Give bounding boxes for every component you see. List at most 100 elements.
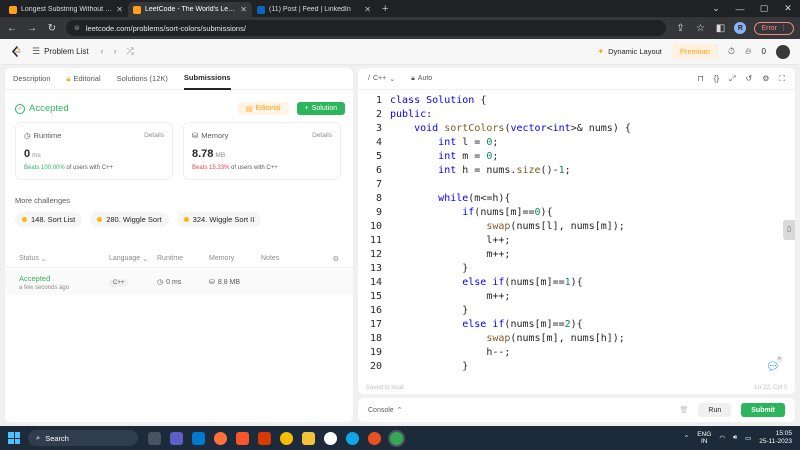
code-line[interactable]: 19 h--; [358, 345, 795, 359]
code-line[interactable]: 3 void sortColors(vector<int>& nums) { [358, 121, 795, 135]
chrome-icon[interactable] [280, 431, 293, 445]
profile-avatar[interactable]: R [734, 22, 747, 34]
close-tab-icon[interactable]: ✕ [116, 5, 123, 14]
code-line[interactable]: 1 class Solution { [358, 93, 795, 107]
bookmark-icon[interactable]: ⊓ [698, 74, 704, 84]
auto-mode[interactable]: 🔒︎ Auto [411, 75, 432, 83]
row-status[interactable]: Accepted [19, 274, 109, 283]
tab-solutions[interactable]: Solutions (12K) [117, 68, 168, 90]
tab-editorial[interactable]: 🔒︎ Editorial [67, 68, 101, 90]
browser-tab-0[interactable]: Longest Substring Without Repe ✕ [4, 2, 128, 17]
col-status[interactable]: Status ⌄ [19, 255, 109, 263]
code-line[interactable]: 12 m++; [358, 247, 795, 261]
minimize-icon[interactable]: — [728, 4, 752, 14]
office-icon[interactable] [258, 431, 271, 445]
taskbar-search[interactable]: ⌕ Search [28, 430, 138, 446]
next-problem-icon[interactable]: › [114, 46, 117, 57]
browser-tab-1[interactable]: LeetCode - The World's Leading ✕ [128, 2, 252, 17]
bookmark-star-icon[interactable]: ☆ [694, 23, 706, 34]
task-view-icon[interactable] [148, 431, 161, 445]
input-language[interactable]: ENG IN [697, 431, 711, 445]
windows-start-icon[interactable] [8, 432, 20, 444]
user-avatar[interactable] [776, 44, 790, 59]
dynamic-layout-button[interactable]: ✦ Dynamic Layout [597, 47, 661, 56]
leetcode-logo-icon[interactable] [10, 45, 22, 58]
code-line[interactable]: 16 } [358, 303, 795, 317]
table-row[interactable]: Accepted a few seconds ago C++ ◷ 0 ms ⛁ 8.… [5, 269, 353, 295]
runtime-card[interactable]: ◷ Runtime Details 0 ms Beats 100.00% of u… [15, 122, 173, 180]
shuffle-icon[interactable]: ⤮ [127, 46, 134, 57]
code-line[interactable]: 18 swap(nums[m], nums[h]); [358, 331, 795, 345]
wifi-icon[interactable]: ◠ [719, 434, 725, 442]
problem-list-icon[interactable]: ☰ [32, 46, 40, 57]
chevron-up-icon[interactable]: ⌃ [684, 434, 689, 442]
fullscreen-icon[interactable]: ⛶ [779, 74, 785, 84]
code-line[interactable]: 9 if(nums[m]==0){ [358, 205, 795, 219]
timer-icon[interactable]: ⏱ [728, 46, 735, 57]
code-line[interactable]: 7 [358, 177, 795, 191]
streak-fire-icon[interactable]: 🔥︎ [745, 46, 752, 57]
braces-icon[interactable]: {} [714, 74, 719, 84]
trash-icon[interactable]: 🗑︎ [680, 406, 689, 414]
close-tab-icon[interactable]: ✕ [240, 5, 247, 14]
tab-description[interactable]: Description [13, 68, 51, 90]
code-area[interactable]: 1 class Solution {2 public: 3 void sortColo… [358, 93, 795, 373]
clock[interactable]: 15:05 25-11-2023 [759, 430, 792, 446]
forward-icon[interactable]: → [26, 23, 38, 34]
chat-assistant-icon[interactable]: 💬︎ [765, 360, 781, 376]
app-icon[interactable] [368, 431, 381, 445]
editorial-button[interactable]: ▤ Editorial [237, 102, 289, 115]
chrome-active-icon[interactable] [390, 431, 403, 445]
code-line[interactable]: 4 int l = 0; [358, 135, 795, 149]
col-language[interactable]: Language ⌄ [109, 255, 157, 263]
maximize-icon[interactable]: ▢ [752, 3, 776, 14]
battery-icon[interactable]: ▭ [745, 434, 751, 442]
problem-list-link[interactable]: Problem List [44, 47, 88, 56]
teams-icon[interactable] [170, 431, 183, 445]
browser-tab-2[interactable]: (11) Post | Feed | LinkedIn ✕ [252, 2, 376, 17]
code-line[interactable]: 15 m++; [358, 289, 795, 303]
volume-icon[interactable]: 🔊︎ [733, 434, 737, 442]
edge-icon[interactable] [346, 431, 359, 445]
code-line[interactable]: 2 public: [358, 107, 795, 121]
error-button[interactable]: Error ⋮ [754, 21, 794, 35]
reset-icon[interactable]: ↺ [746, 74, 753, 84]
run-button[interactable]: Run [698, 403, 732, 417]
challenge-chip[interactable]: 148. Sort List [15, 212, 83, 227]
runtime-details-link[interactable]: Details [144, 132, 164, 139]
settings-gear-icon[interactable]: ⚙ [762, 74, 769, 84]
solution-button[interactable]: + Solution [296, 102, 345, 115]
brave-icon[interactable] [236, 431, 249, 445]
back-icon[interactable]: ← [6, 23, 18, 34]
close-tab-icon[interactable]: ✕ [364, 5, 371, 14]
firefox-icon[interactable] [214, 431, 227, 445]
challenge-chip[interactable]: 280. Wiggle Sort [90, 212, 169, 227]
code-line[interactable]: 5 int m = 0; [358, 149, 795, 163]
settings-gear-icon[interactable]: ⚙ [333, 255, 339, 263]
code-line[interactable]: 10 swap(nums[l], nums[m]); [358, 219, 795, 233]
tab-search-icon[interactable]: ⌄ [704, 3, 728, 14]
new-tab-icon[interactable]: + [376, 3, 394, 17]
file-explorer-icon[interactable] [302, 431, 315, 445]
premium-button[interactable]: Premium [671, 44, 718, 59]
code-line[interactable]: 11 l++; [358, 233, 795, 247]
side-notes-icon[interactable]: ▯ [783, 220, 795, 240]
prev-problem-icon[interactable]: ‹ [101, 46, 104, 57]
close-window-icon[interactable]: ✕ [776, 3, 800, 14]
tab-submissions[interactable]: Submissions [183, 68, 231, 90]
media-player-icon[interactable] [324, 431, 337, 445]
reload-icon[interactable]: ↻ [46, 23, 58, 34]
code-line[interactable]: 14 else if(nums[m]==1){ [358, 275, 795, 289]
submit-button[interactable]: Submit [741, 403, 785, 417]
memory-details-link[interactable]: Details [312, 132, 332, 139]
sidepanel-icon[interactable]: ◧ [714, 23, 726, 34]
code-line[interactable]: 6 int h = nums.size()-1; [358, 163, 795, 177]
site-info-icon[interactable]: ⊜ [74, 24, 80, 32]
address-bar[interactable]: ⊜ leetcode.com/problems/sort-colors/subm… [66, 20, 667, 36]
challenge-chip[interactable]: 324. Wiggle Sort II [176, 212, 262, 227]
code-line[interactable]: 13 } [358, 261, 795, 275]
language-select[interactable]: / C++ ⌄ [368, 75, 395, 83]
code-line[interactable]: 20 } [358, 359, 795, 373]
memory-card[interactable]: ⛁ Memory Details 8.78 MB Beats 15.33% of … [183, 122, 341, 180]
vscode-icon[interactable] [192, 431, 205, 445]
